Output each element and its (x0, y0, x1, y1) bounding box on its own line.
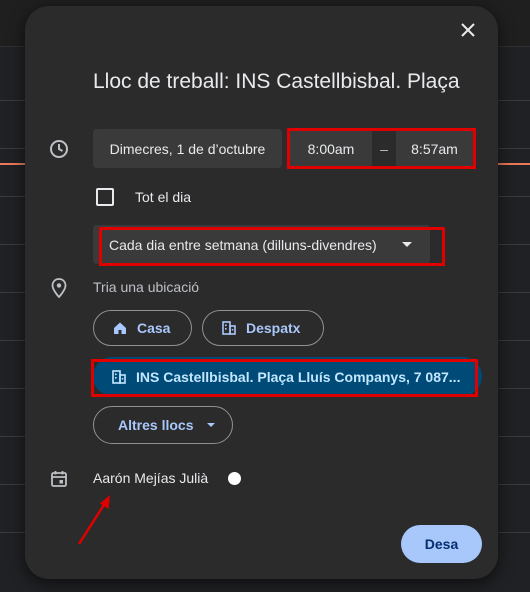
recurrence-value: Cada dia entre setmana (dilluns-divendre… (109, 236, 377, 253)
caret-down-icon (402, 242, 412, 247)
selected-location-label: INS Castellbisbal. Plaça Lluís Companys,… (136, 368, 461, 385)
close-button[interactable] (455, 17, 481, 43)
calendar-icon (49, 469, 69, 489)
dialog-title: Lloc de treball: INS Castellbisbal. Plaç… (93, 70, 460, 93)
location-pin-icon (49, 278, 69, 298)
all-day-label: Tot el dia (135, 189, 192, 205)
other-places-button[interactable]: Altres llocs (93, 406, 233, 444)
location-option-label: Despatx (246, 320, 301, 336)
home-icon (112, 320, 128, 336)
clock-icon (49, 139, 69, 159)
calendar-owner-name: Aarón Mejías Julià (93, 470, 209, 486)
calendar-color-dot[interactable] (228, 472, 241, 485)
other-places-label: Altres llocs (118, 417, 194, 433)
building-icon (221, 320, 237, 336)
location-prompt: Tria una ubicació (93, 279, 200, 295)
start-time-button[interactable]: 8:00am (290, 129, 372, 168)
close-icon (461, 23, 475, 37)
building-icon (111, 369, 127, 385)
location-option-home[interactable]: Casa (93, 310, 192, 346)
location-option-office[interactable]: Despatx (202, 310, 324, 346)
location-option-selected[interactable]: INS Castellbisbal. Plaça Lluís Companys,… (93, 357, 482, 396)
time-separator: – (380, 140, 388, 157)
location-option-label: Casa (137, 320, 171, 336)
save-button[interactable]: Desa (401, 525, 482, 563)
date-picker-button[interactable]: Dimecres, 1 de d’octubre (93, 129, 282, 168)
caret-down-icon (207, 423, 216, 427)
all-day-checkbox[interactable] (96, 188, 114, 206)
recurrence-select[interactable]: Cada dia entre setmana (dilluns-divendre… (93, 225, 430, 264)
end-time-button[interactable]: 8:57am (396, 129, 473, 168)
